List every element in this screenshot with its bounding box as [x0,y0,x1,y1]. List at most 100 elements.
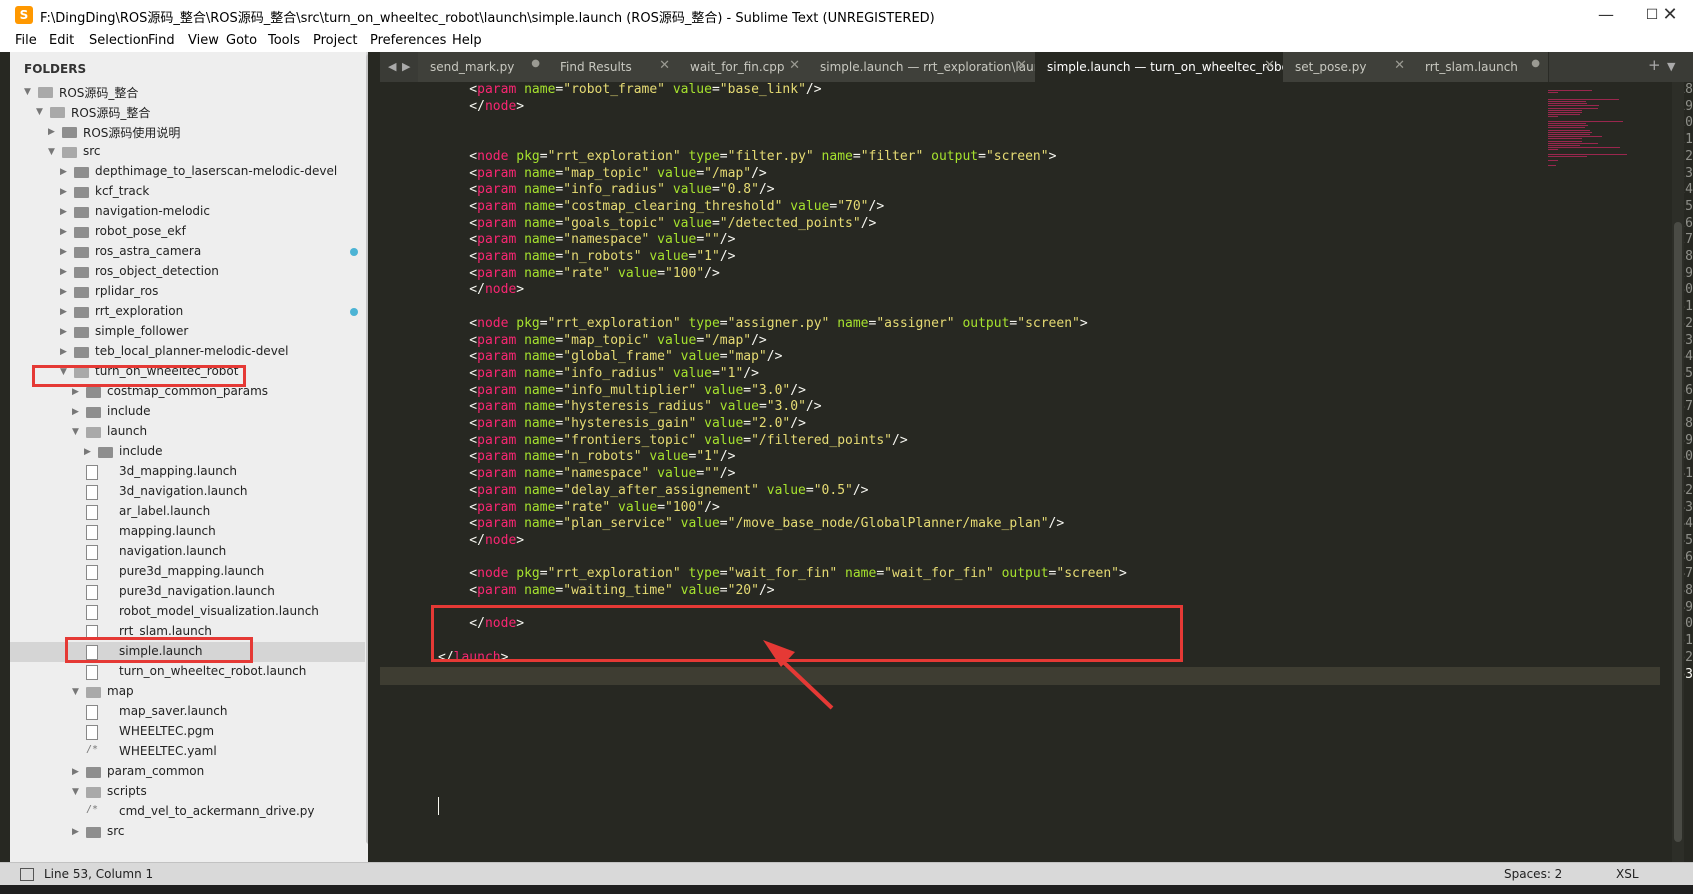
file-item[interactable]: pure3d_mapping.launch [10,562,365,582]
indentation-setting[interactable]: Spaces: 2 [1504,867,1562,881]
folder-item[interactable]: ▼ src [10,142,365,162]
code-token: /> [868,199,885,214]
new-tab-icon[interactable]: + [1648,56,1661,74]
folder-item[interactable]: ▶ navigation-melodic [10,202,365,222]
tab-wait-for-fin-cpp[interactable]: wait_for_fin.cpp ✕ [678,52,809,82]
chevron-down-icon[interactable]: ▼ [36,102,46,122]
chevron-right-icon[interactable]: ▶ [60,182,70,202]
menu-help[interactable]: Help [452,33,482,48]
menu-selection[interactable]: Selection [89,33,149,48]
tab-find-results[interactable]: Find Results ✕ [548,52,679,82]
tab-close-icon[interactable]: ✕ [789,58,800,73]
folder-item[interactable]: ▼ ROS源码_整合 [10,82,365,102]
chevron-down-icon[interactable]: ▼ [48,142,58,162]
editor-scrollbar[interactable] [1672,82,1684,862]
sidebar-scrollbar[interactable] [366,52,368,844]
folder-item[interactable]: ▶ rplidar_ros [10,282,365,302]
file-item[interactable]: /* cmd_vel_to_ackermann_drive.py [10,802,365,822]
chevron-right-icon[interactable]: ▶ [72,762,82,782]
chevron-right-icon[interactable]: ▶ [60,162,70,182]
tab-close-icon[interactable]: ✕ [1394,58,1405,73]
folder-item[interactable]: ▼ launch [10,422,365,442]
menu-preferences[interactable]: Preferences [370,33,446,48]
menu-edit[interactable]: Edit [49,33,74,48]
tab-rrt-slam-launch[interactable]: rrt_slam.launch ● [1413,52,1549,82]
chevron-right-icon[interactable]: ▶ [48,122,58,142]
chevron-down-icon[interactable]: ▼ [72,422,82,442]
file-item[interactable]: /* WHEELTEC.yaml [10,742,365,762]
folder-item[interactable]: ▼ scripts [10,782,365,802]
chevron-right-icon[interactable]: ▶ [60,282,70,302]
menu-file[interactable]: File [15,33,37,48]
file-item[interactable]: WHEELTEC.pgm [10,722,365,742]
folder-item[interactable]: ▶ teb_local_planner-melodic-devel [10,342,365,362]
chevron-right-icon[interactable]: ▶ [60,342,70,362]
syntax-setting[interactable]: XSL [1616,867,1639,881]
code-token: = [711,82,720,97]
file-item[interactable]: turn_on_wheeltec_robot.launch [10,662,365,682]
chevron-down-icon[interactable]: ▼ [72,682,82,702]
folder-item[interactable]: ▶ param_common [10,762,365,782]
folder-item[interactable]: ▼ map [10,682,365,702]
menu-project[interactable]: Project [313,33,357,48]
code-token: "hysteresis_gain" [563,416,697,431]
chevron-right-icon[interactable]: ▶ [72,402,82,422]
folder-item[interactable]: ▼ ROS源码_整合 [10,102,365,122]
folder-item[interactable]: ▶ rrt_exploration [10,302,365,322]
file-item[interactable]: pure3d_navigation.launch [10,582,365,602]
folder-item[interactable]: ▶ simple_follower [10,322,365,342]
tab-prev-icon[interactable]: ◀ [388,60,396,73]
folder-item[interactable]: ▶ ros_astra_camera [10,242,365,262]
menu-view[interactable]: View [188,33,219,48]
tab-simple-launch-rrt-exploration-launch[interactable]: simple.launch — rrt_exploration\launch ✕ [808,52,1056,82]
unsaved-dot-icon[interactable]: ● [531,58,540,69]
chevron-right-icon[interactable]: ▶ [60,262,70,282]
folder-item[interactable]: ▶ include [10,442,365,462]
minimize-button[interactable]: — [1583,0,1629,30]
chevron-right-icon[interactable]: ▶ [60,302,70,322]
file-item[interactable]: 3d_navigation.launch [10,482,365,502]
file-icon [86,545,98,560]
sidebar-toggle-icon[interactable] [20,868,34,881]
file-item[interactable]: mapping.launch [10,522,365,542]
file-item[interactable]: 3d_mapping.launch [10,462,365,482]
tab-close-icon[interactable]: ✕ [1264,58,1275,73]
chevron-right-icon[interactable]: ▶ [60,202,70,222]
tab-next-icon[interactable]: ▶ [402,60,410,73]
chevron-right-icon[interactable]: ▶ [60,222,70,242]
chevron-right-icon[interactable]: ▶ [60,322,70,342]
tab-close-icon[interactable]: ✕ [659,58,670,73]
menu-tools[interactable]: Tools [268,33,300,48]
chevron-down-icon[interactable]: ▼ [72,782,82,802]
minimap[interactable] [1544,82,1674,192]
unsaved-dot-icon[interactable]: ● [1531,58,1540,69]
folder-item[interactable]: ▶ src [10,822,365,842]
file-item[interactable]: map_saver.launch [10,702,365,722]
code-editor[interactable]: 18 <param name="robot_frame" value="base… [380,82,1693,862]
folder-item[interactable]: ▶ depthimage_to_laserscan-melodic-devel [10,162,365,182]
folder-item[interactable]: ▶ include [10,402,365,422]
chevron-right-icon[interactable]: ▶ [84,442,94,462]
folder-item[interactable]: ▶ robot_pose_ekf [10,222,365,242]
tab-set-pose-py[interactable]: set_pose.py ✕ [1283,52,1414,82]
close-button[interactable]: ✕ [1647,0,1693,30]
file-item[interactable]: robot_model_visualization.launch [10,602,365,622]
file-item[interactable]: ar_label.launch [10,502,365,522]
menu-find[interactable]: Find [148,33,175,48]
folder-item[interactable]: ▶ ros_object_detection [10,262,365,282]
folder-item[interactable]: ▶ ROS源码使用说明 [10,122,365,142]
tab-simple-launch-turn-on-wheeltec-robot-launch[interactable]: simple.launch — turn_on_wheeltec_robot\l… [1035,52,1338,82]
chevron-right-icon[interactable]: ▶ [72,822,82,842]
tab-list-chevron-down-icon[interactable]: ▼ [1667,60,1675,73]
tab-close-icon[interactable]: ✕ [1016,58,1027,73]
tree-item-label: depthimage_to_laserscan-melodic-devel [95,164,338,178]
tab-send-mark-py[interactable]: send_mark.py ● [418,52,549,82]
tree-item-label: include [107,404,151,418]
chevron-right-icon[interactable]: ▶ [60,242,70,262]
code-token: "1" [696,449,720,464]
menu-goto[interactable]: Goto [226,33,257,48]
file-item[interactable]: navigation.launch [10,542,365,562]
chevron-down-icon[interactable]: ▼ [24,82,34,102]
folder-item[interactable]: ▶ kcf_track [10,182,365,202]
